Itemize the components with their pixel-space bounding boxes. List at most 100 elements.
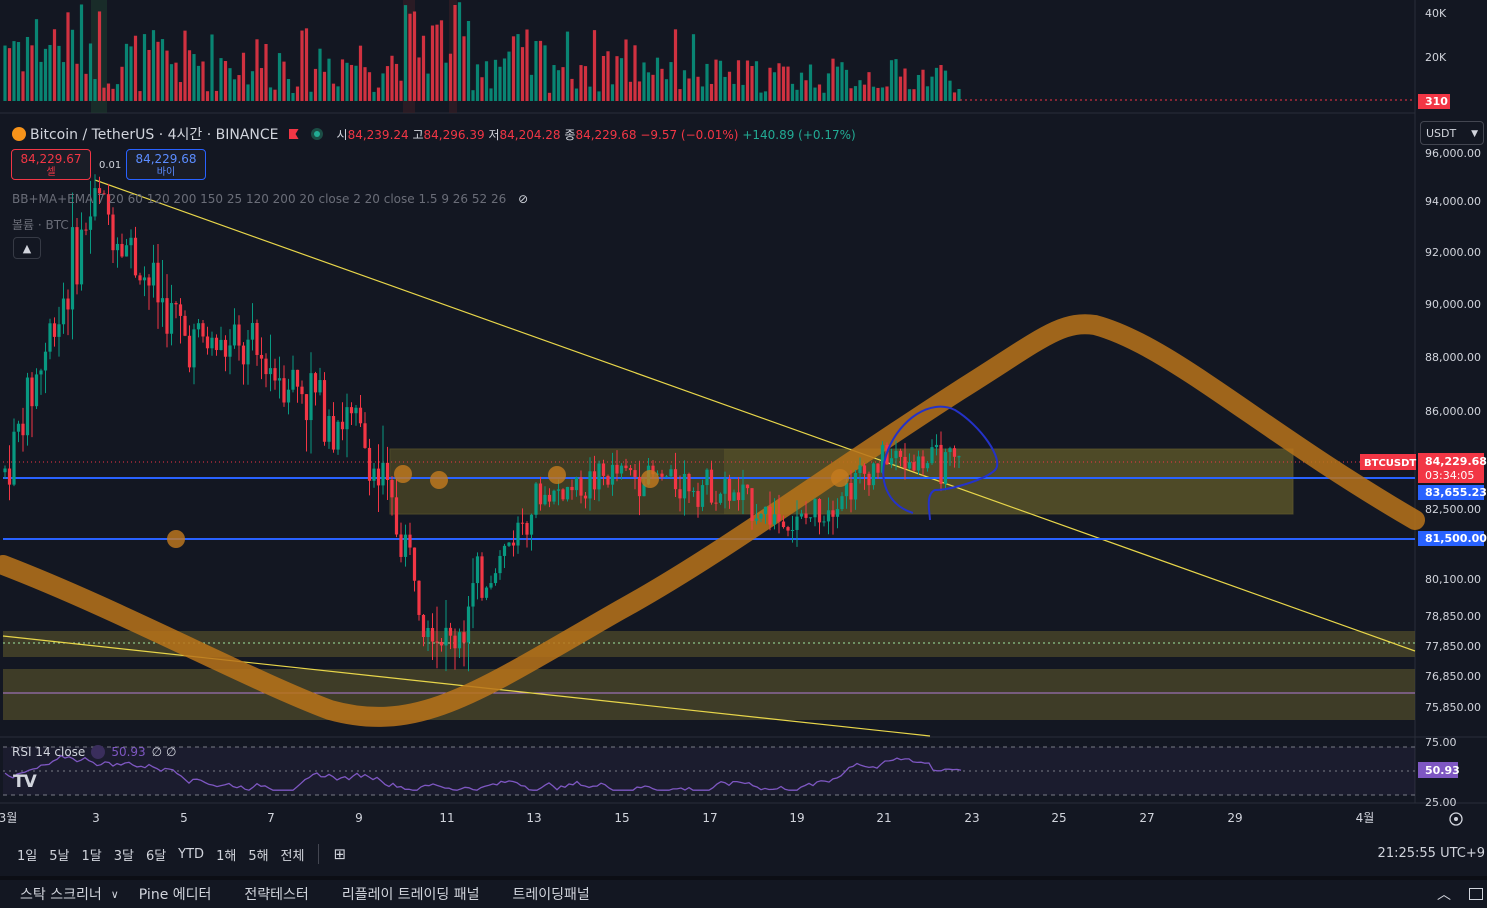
tab-stock-screener[interactable]: 스탁 스크리너 <box>20 884 102 904</box>
sell-button[interactable]: 84,229.67 셀 <box>11 149 91 180</box>
rsi-legend[interactable]: RSI 14 close 50.93 ∅ ∅ <box>12 745 176 759</box>
volume-bar <box>682 70 687 101</box>
price-axis-label: 77,850.00 <box>1425 640 1481 653</box>
volume-bar <box>277 53 282 101</box>
volume-bar <box>313 68 318 101</box>
ohlc-values: 시84,239.24 고84,296.39 저84,204.28 종84,229… <box>336 127 856 142</box>
volume-bar <box>678 89 682 101</box>
volume-bar <box>813 87 817 101</box>
volume-bar <box>750 66 754 101</box>
tab-strategy-tester[interactable]: 전략테스터 <box>244 884 308 904</box>
date-range-icon[interactable]: ⊞ <box>333 845 346 863</box>
volume-bar <box>939 65 943 101</box>
candle-body <box>745 484 750 489</box>
countdown-text: 03:34:05 <box>1425 469 1474 482</box>
candle-body <box>777 514 781 522</box>
volume-bar <box>498 66 502 101</box>
candle-body <box>849 482 853 500</box>
price-axis[interactable]: 96,000.00 94,000.00 92,000.00 90,000.00 88,0… <box>1425 147 1481 714</box>
candle-body <box>930 447 934 464</box>
candle-body <box>934 444 939 448</box>
tab-pine-editor[interactable]: Pine 에디터 <box>139 884 212 904</box>
timeframe-1y[interactable]: 1해 <box>216 845 236 864</box>
volume-indicator-label[interactable]: 볼륨 · BTC <box>12 216 69 233</box>
maximize-icon[interactable] <box>1469 888 1483 900</box>
timeframe-3m[interactable]: 3달 <box>114 845 134 864</box>
clock[interactable]: 21:25:55 UTC+9 <box>1378 846 1485 861</box>
marker-circle <box>394 465 412 483</box>
volume-bar <box>417 57 421 101</box>
candle-body <box>340 421 345 430</box>
candle-body <box>786 527 790 531</box>
candle-body <box>318 380 322 393</box>
candle-body <box>7 468 12 485</box>
volume-bar <box>264 43 268 101</box>
volume-bar <box>637 81 642 101</box>
volume-bar <box>246 84 250 101</box>
candle-body <box>70 227 75 310</box>
volume-bar <box>903 68 907 101</box>
chevron-up-icon[interactable]: ︿ <box>1437 884 1451 904</box>
volume-bar <box>376 87 381 101</box>
candle-body <box>475 556 480 584</box>
volume-bar <box>367 72 372 101</box>
candle-body <box>952 448 957 457</box>
timeframe-6m[interactable]: 6달 <box>146 845 166 864</box>
candle-body <box>345 407 349 430</box>
currency-value: USDT <box>1426 127 1457 140</box>
volume-bar <box>309 91 313 101</box>
collapse-icon[interactable]: ▲ <box>13 237 41 259</box>
eye-hidden-icon[interactable]: ⊘ <box>518 192 528 206</box>
volume-bar <box>484 61 489 101</box>
time-axis-label: 29 <box>1227 811 1242 825</box>
volume-bar <box>925 86 930 101</box>
volume-bar <box>286 78 291 101</box>
market-status-icon[interactable] <box>310 128 323 140</box>
volume-bar <box>57 45 61 101</box>
chevron-down-icon[interactable]: ∨ <box>111 888 119 901</box>
rsi-axis-75: 75.00 <box>1425 736 1457 749</box>
candle-body <box>552 490 556 502</box>
symbol-title[interactable]: Bitcoin / TetherUS · 4시간 · BINANCE <box>30 124 279 144</box>
volume-bar <box>534 41 538 101</box>
volume-bar <box>399 80 403 101</box>
volume-bar <box>786 66 790 101</box>
tab-trading-panel[interactable]: 트레이딩패널 <box>513 884 590 904</box>
tradingview-logo[interactable]: TV <box>13 772 37 792</box>
candle-body <box>628 468 633 471</box>
volume-bar <box>435 24 439 101</box>
candle-body <box>858 465 862 474</box>
volume-bar <box>583 66 588 101</box>
timeframe-5y[interactable]: 5해 <box>248 845 268 864</box>
candle-body <box>448 627 453 636</box>
timeframe-1d[interactable]: 1일 <box>17 845 37 864</box>
volume-bar <box>952 92 957 101</box>
timeframe-1m[interactable]: 1달 <box>81 845 101 864</box>
candle-body <box>835 509 840 517</box>
indicator-main-label[interactable]: BB+MA+EMA 7 20 60 120 200 150 25 120 200… <box>12 192 528 206</box>
candle-body <box>201 323 205 337</box>
currency-select[interactable]: USDT ▼ <box>1420 121 1484 145</box>
candle-body <box>538 483 543 505</box>
volume-bar <box>79 4 84 102</box>
timeframe-all[interactable]: 전체 <box>281 845 305 864</box>
timeframe-5d[interactable]: 5날 <box>49 845 69 864</box>
price-axis-label: 96,000.00 <box>1425 147 1481 160</box>
volume-bar <box>660 68 664 101</box>
volume-bar <box>624 39 628 101</box>
volume-bar <box>3 45 7 101</box>
volume-bar <box>691 34 696 101</box>
tab-replay-trading[interactable]: 리플레이 트레이딩 패널 <box>342 884 480 904</box>
volume-bar <box>912 89 916 101</box>
volume-bar <box>705 63 709 101</box>
buy-button[interactable]: 84,229.68 바이 <box>126 149 206 180</box>
volume-bar <box>862 84 867 101</box>
candle-body <box>727 478 732 501</box>
candle-body <box>732 492 736 501</box>
volume-bar <box>520 47 525 101</box>
timeframe-ytd[interactable]: YTD <box>178 847 204 862</box>
candle-body <box>39 370 43 375</box>
flag-icon[interactable] <box>288 129 299 139</box>
volume-bar <box>700 86 705 101</box>
symbol-header[interactable]: Bitcoin / TetherUS · 4시간 · BINANCE 시84,2… <box>12 124 856 144</box>
